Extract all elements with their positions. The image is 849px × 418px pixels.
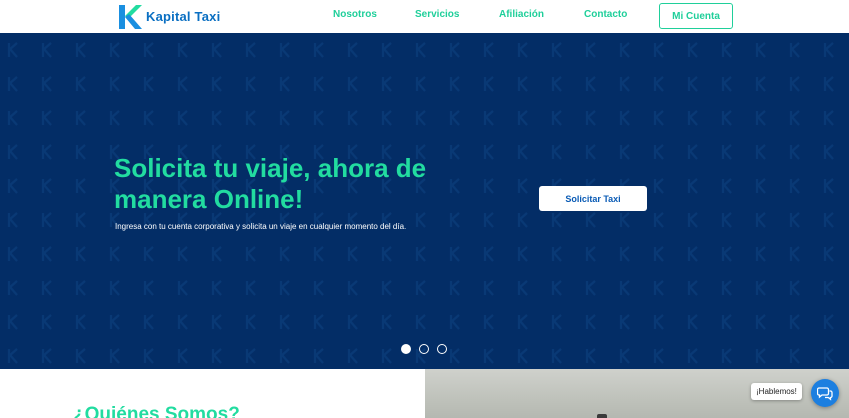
nav-item-servicios[interactable]: Servicios <box>415 9 459 20</box>
about-title: ¿Quiénes Somos? <box>73 404 240 418</box>
brand-logo[interactable]: Kapital Taxi <box>117 3 220 30</box>
nav-item-contacto[interactable]: Contacto <box>584 9 627 20</box>
nav-item-nosotros[interactable]: Nosotros <box>333 9 377 20</box>
nav-item-afiliacion[interactable]: Afiliación <box>499 9 544 20</box>
hero-title: Solicita tu viaje, ahora de manera Onlin… <box>114 153 427 214</box>
slider-dot-2[interactable] <box>419 344 429 354</box>
slider-dot-1[interactable] <box>401 344 411 354</box>
chat-button[interactable] <box>811 379 839 407</box>
hero-subtitle: Ingresa con tu cuenta corporativa y soli… <box>115 222 407 231</box>
photo-object <box>597 414 607 418</box>
request-taxi-button[interactable]: Solicitar Taxi <box>539 186 647 211</box>
page: Kapital Taxi Nosotros Servicios Afiliaci… <box>0 0 849 418</box>
kapital-k-logo-icon <box>119 4 142 29</box>
hero-slider: Solicita tu viaje, ahora de manera Onlin… <box>0 33 849 369</box>
top-navbar: Kapital Taxi Nosotros Servicios Afiliaci… <box>0 0 849 33</box>
slider-dots <box>401 344 447 354</box>
slider-dot-3[interactable] <box>437 344 447 354</box>
my-account-button[interactable]: Mi Cuenta <box>659 3 733 29</box>
chat-bubbles-icon <box>817 387 833 401</box>
chat-label[interactable]: ¡Hablemos! <box>751 383 802 400</box>
brand-name: Kapital Taxi <box>146 9 221 24</box>
